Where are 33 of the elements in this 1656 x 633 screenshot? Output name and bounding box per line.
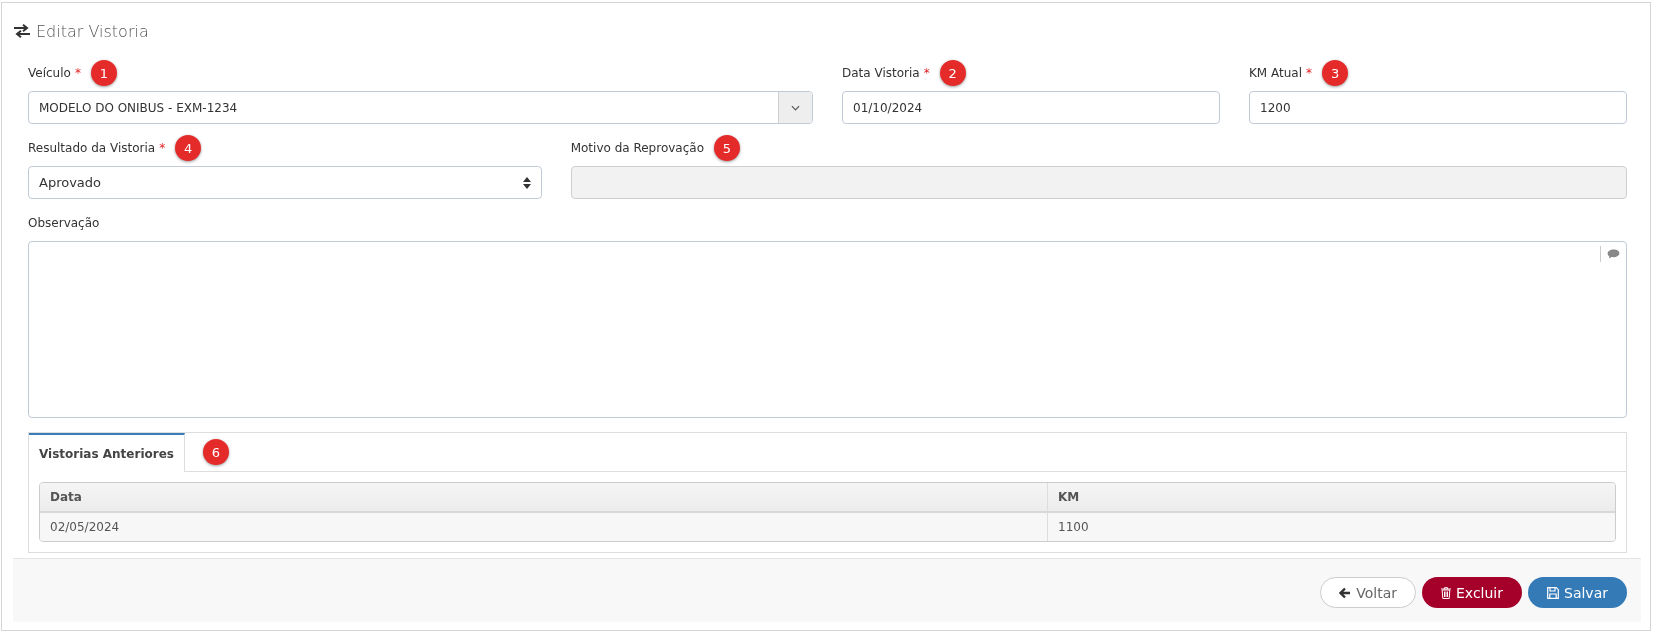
column-header: Data: [40, 483, 1048, 511]
trash-icon: [1441, 586, 1451, 599]
number-badge: 6: [202, 439, 229, 465]
field-label: Motivo da Reprovação: [570, 141, 704, 155]
delete-button[interactable]: Excluir: [1422, 577, 1522, 608]
text-input-field[interactable]: 01/10/2024: [842, 91, 1220, 124]
chevron-down-icon: [791, 104, 800, 111]
sort-arrows-icon: [522, 176, 531, 189]
table-cell-text: 1100: [1057, 519, 1090, 536]
select-field[interactable]: Aprovado: [28, 166, 542, 199]
arrow-left-icon: [1339, 586, 1352, 599]
number-badge: 2: [939, 60, 966, 86]
table-cell: 02/05/2024: [40, 513, 1048, 541]
text-input-field[interactable]: 1200: [1249, 91, 1627, 124]
save-button[interactable]: Salvar: [1528, 577, 1627, 608]
field-label: Resultado da Vistoria *: [28, 141, 166, 155]
page-title: Editar Vistoria: [36, 21, 149, 41]
column-header: KM: [1057, 489, 1081, 506]
field-label: Data Vistoria *: [842, 66, 930, 80]
number-badge: 5: [714, 135, 740, 161]
speech-bubble-icon: [1607, 249, 1620, 259]
dropdown-toggle-button[interactable]: [778, 92, 812, 123]
field-label: Observação: [28, 216, 100, 230]
tab[interactable]: Vistorias Anteriores: [29, 433, 185, 472]
vehicle-dropdown[interactable]: MODELO DO ONIBUS - EXM-1234: [28, 91, 813, 124]
number-badge: 1: [90, 60, 117, 86]
field-label: Veículo *: [28, 66, 81, 80]
number-badge: 4: [175, 135, 202, 161]
back-button[interactable]: Voltar: [1320, 577, 1416, 608]
field-label: KM Atual *: [1249, 66, 1313, 80]
transfer-arrows-icon: [13, 24, 31, 38]
textarea-field[interactable]: [28, 241, 1627, 418]
number-badge: 3: [1322, 60, 1349, 86]
